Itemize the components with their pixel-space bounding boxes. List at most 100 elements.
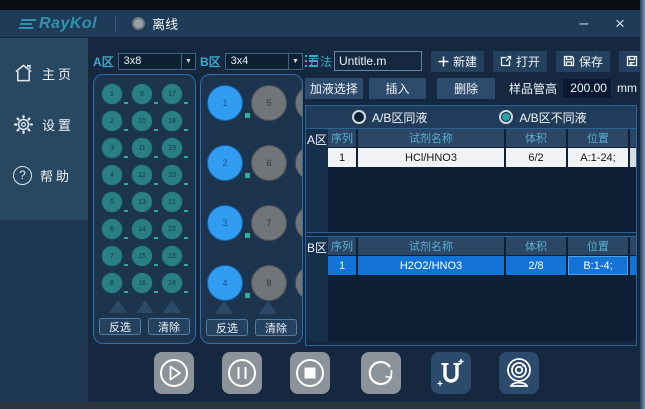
sidebar-item-help[interactable]: ? 帮助 [0,160,88,190]
well-B区-8[interactable]: 8 [251,265,287,301]
camera-button[interactable] [499,352,539,394]
add-liquid-select-button[interactable]: 加液选择 [305,78,363,99]
table-row[interactable]: 1H2O2/HNO32/8B:1-4; [328,256,636,275]
zone-a-size-select[interactable]: 3x8 ▼ [118,53,196,70]
well-A区-13[interactable]: 13 [131,191,153,213]
table-cell[interactable]: 6/2 [506,148,566,167]
well-A区-16[interactable]: 16 [131,272,153,294]
table-header-row: 序列试剂名称体积位置 [328,237,636,255]
table-cell[interactable]: 1 [328,148,356,167]
sidebar-item-home[interactable]: 主页 [0,58,88,88]
well-B区-6[interactable]: 6 [251,145,287,181]
table-cell[interactable]: HCl/HNO3 [358,148,504,167]
well-B区-7[interactable]: 7 [251,205,287,241]
well-A区-18[interactable]: 18 [161,110,183,132]
well-A区-19[interactable]: 19 [161,137,183,159]
well-A区-8[interactable]: 8 [101,272,123,294]
table-row[interactable]: 1HCl/HNO36/2A:1-24; [328,148,636,167]
well-number: 16 [138,280,146,287]
well-A区-20[interactable]: 20 [161,164,183,186]
button-label: 新建 [453,53,477,70]
well-A区-10[interactable]: 10 [131,110,153,132]
table-cell[interactable] [630,256,636,275]
well-A区-11[interactable]: 11 [131,137,153,159]
stop-icon [294,357,326,389]
well-B区-10[interactable]: 10 [295,145,303,181]
zone-b-size-select[interactable]: 3x4 ▼ [225,53,303,70]
table-cell[interactable]: H2O2/HNO3 [358,256,504,275]
sidebar-item-settings[interactable]: 设置 [0,109,88,139]
tube-height-input[interactable] [563,79,611,98]
triangle-up-icon[interactable] [259,301,277,314]
table-cell[interactable]: 2/8 [506,256,566,275]
insert-row-button[interactable]: 插入 [369,78,427,99]
play-button[interactable] [154,352,194,394]
sidebar-item-label: 主页 [42,64,74,83]
well-number: 23 [168,253,176,260]
minimize-button[interactable]: – [573,15,595,33]
well-A区-5[interactable]: 5 [101,191,123,213]
well-A区-24[interactable]: 24 [161,272,183,294]
reset-button[interactable] [361,352,401,394]
well-A区-14[interactable]: 14 [131,218,153,240]
save-method-button[interactable]: 保存 [556,51,610,72]
save-as-icon [626,55,638,67]
radio-same-liquid[interactable]: A/B区同液 [352,109,427,126]
app-logo-text: RayKol [39,15,97,33]
triangle-up-icon[interactable] [163,300,181,313]
table-cell[interactable]: B:1-4; [568,256,628,275]
well-A区-9[interactable]: 9 [131,83,153,105]
well-A区-21[interactable]: 21 [161,191,183,213]
well-B区-3[interactable]: 3 [207,205,243,241]
well-A区-17[interactable]: 17 [161,83,183,105]
well-B区-11[interactable]: 11 [295,205,303,241]
method-filename-input[interactable] [334,51,422,71]
well-A区-12[interactable]: 12 [131,164,153,186]
well-B区-1[interactable]: 1 [207,85,243,121]
well-A区-2[interactable]: 2 [101,110,123,132]
well-A区-1[interactable]: 1 [101,83,123,105]
zone-b-invert-button[interactable]: 反选 [206,319,248,336]
close-button[interactable]: × [609,14,631,34]
pause-button[interactable] [222,352,262,394]
window-right-border [640,0,645,409]
delete-row-button[interactable]: 删除 [437,78,495,99]
open-method-button[interactable]: 打开 [493,51,547,72]
well-B区-2[interactable]: 2 [207,145,243,181]
zone-a-clear-button[interactable]: 清除 [148,318,190,335]
table-cell[interactable] [630,148,636,167]
method-panel: 方法 新建 打开 保存 另存 加液选择 插入 删除 样品管高 mm A/ [305,50,637,346]
well-A区-6[interactable]: 6 [101,218,123,240]
well-B区-9[interactable]: 9 [295,85,303,121]
well-B区-12[interactable]: 12 [295,265,303,301]
zone-a-invert-button[interactable]: 反选 [99,318,141,335]
well-A区-15[interactable]: 15 [131,245,153,267]
new-method-button[interactable]: 新建 [431,51,484,72]
stop-button[interactable] [290,352,330,394]
well-A区-22[interactable]: 22 [161,218,183,240]
well-B区-4[interactable]: 4 [207,265,243,301]
well-number: 10 [138,118,146,125]
well-A区-4[interactable]: 4 [101,164,123,186]
radio-different-liquid[interactable]: A/B区不同液 [499,109,586,126]
well-A区-23[interactable]: 23 [161,245,183,267]
well-B区-5[interactable]: 5 [251,85,287,121]
probe-wash-button[interactable] [431,352,471,394]
tube-height-unit: mm [617,81,637,95]
triangle-up-icon[interactable] [109,300,127,313]
triangle-up-icon[interactable] [136,300,154,313]
table-cell[interactable]: A:1-24; [568,148,628,167]
triangle-up-icon[interactable] [215,301,233,314]
zone-a-column-arrows [94,300,195,313]
well-A区-3[interactable]: 3 [101,137,123,159]
well-number: 4 [110,172,114,179]
well-number: 17 [168,91,176,98]
liquid-mode-bar: A/B区同液 A/B区不同液 [306,106,636,129]
well-A区-7[interactable]: 7 [101,245,123,267]
table-cell[interactable]: 1 [328,256,356,275]
well-number: 2 [110,118,114,125]
well-number: 24 [168,280,176,287]
well-number: 2 [222,158,227,168]
table-body: 1HCl/HNO36/2A:1-24; [328,147,636,167]
zone-b-clear-button[interactable]: 清除 [255,319,297,336]
